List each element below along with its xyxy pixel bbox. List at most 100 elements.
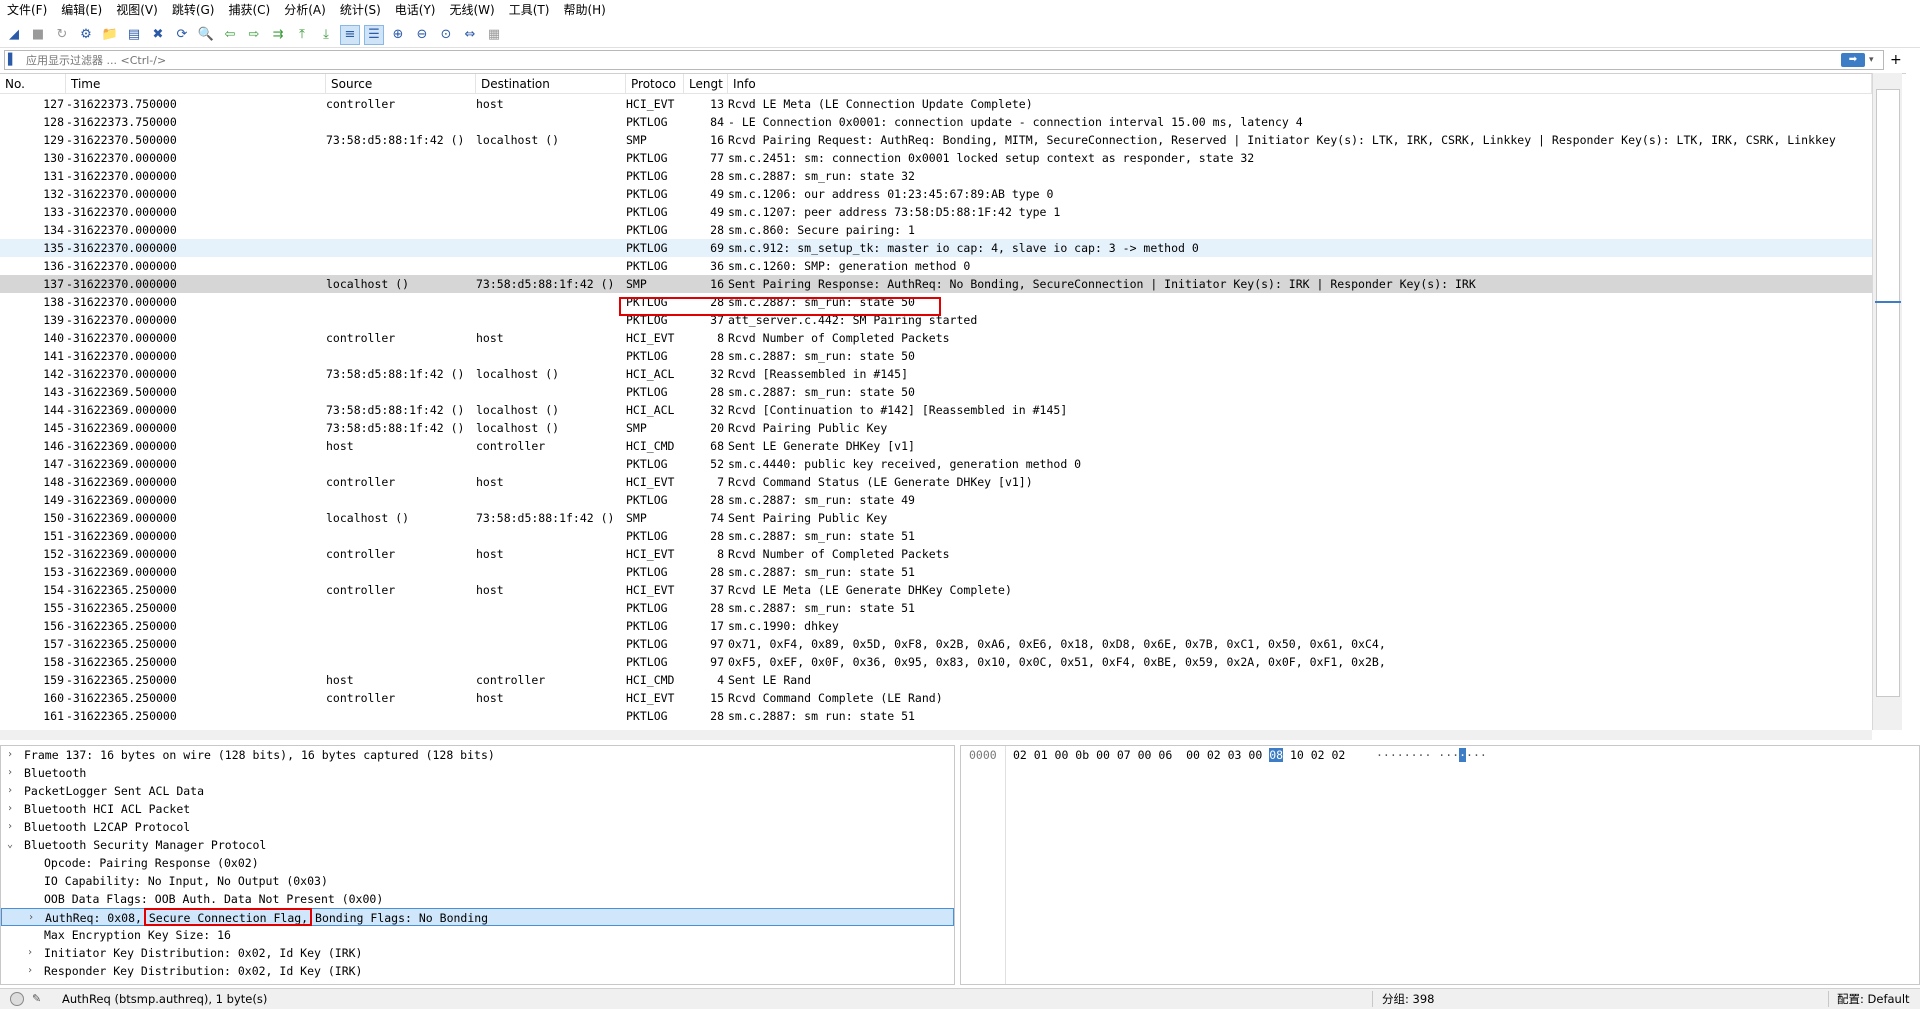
colorize-icon[interactable]: ☰ <box>364 24 384 45</box>
table-row[interactable]: 143 -31622369.500000 PKTLOG 28 sm.c.2887: sm… <box>0 383 1872 401</box>
table-row[interactable]: 157 -31622365.250000 PKTLOG 97 0x71, 0xF4, 0… <box>0 635 1872 653</box>
menu-item[interactable]: 捕获(C) <box>221 0 277 20</box>
table-row[interactable]: 135 -31622370.000000 PKTLOG 69 sm.c.912: sm_… <box>0 239 1872 257</box>
table-row[interactable]: 142 -31622370.000000 73:58:d5:88:1f:42 () l… <box>0 365 1872 383</box>
resize-columns-icon[interactable]: ⇔ <box>460 25 480 45</box>
tree-item[interactable]: › Bluetooth HCI ACL Packet <box>1 800 954 818</box>
edit-comment-icon[interactable]: ✎ <box>32 992 46 1006</box>
menu-item[interactable]: 分析(A) <box>277 0 333 20</box>
hex-selected-byte[interactable]: 08 <box>1269 748 1284 762</box>
chevron-icon[interactable]: › <box>27 944 37 962</box>
go-last-packet-icon[interactable]: ⤓ <box>316 25 336 45</box>
add-filter-button[interactable]: + <box>1890 52 1902 68</box>
chevron-icon[interactable]: › <box>7 800 17 818</box>
table-row[interactable]: 140 -31622370.000000 controller host HCI_EVT… <box>0 329 1872 347</box>
stop-capture-icon[interactable]: ■ <box>28 25 48 45</box>
go-forward-icon[interactable]: ⇨ <box>244 25 264 45</box>
column-header-source[interactable]: Source <box>326 74 476 94</box>
tree-item[interactable]: ⌄ Bluetooth Security Manager Protocol <box>1 836 954 854</box>
column-header-length[interactable]: Lengt <box>684 74 728 94</box>
bytes-ascii[interactable]: ········ ······· <box>1376 748 1487 762</box>
table-row[interactable]: 145 -31622369.000000 73:58:d5:88:1f:42 () l… <box>0 419 1872 437</box>
table-row[interactable]: 137 -31622370.000000 localhost () 73:58:d5:… <box>0 275 1872 293</box>
tree-item[interactable]: OOB Data Flags: OOB Auth. Data Not Prese… <box>1 890 954 908</box>
bytes-hex[interactable]: 02 01 00 0b 00 07 00 06 00 02 03 00 08 1… <box>1013 748 1345 762</box>
close-file-icon[interactable]: ✖ <box>148 25 168 45</box>
menu-item[interactable]: 电话(Y) <box>388 0 443 20</box>
table-row[interactable]: 158 -31622365.250000 PKTLOG 97 0xF5, 0xEF, 0… <box>0 653 1872 671</box>
menu-item[interactable]: 工具(T) <box>502 0 557 20</box>
tree-item[interactable]: Max Encryption Key Size: 16 <box>1 926 954 944</box>
table-row[interactable]: 155 -31622365.250000 PKTLOG 28 sm.c.2887: sm… <box>0 599 1872 617</box>
column-header-info[interactable]: Info <box>728 74 1872 94</box>
chevron-icon[interactable]: › <box>7 818 17 836</box>
scrollbar-thumb[interactable] <box>1876 89 1900 697</box>
chevron-icon[interactable]: › <box>7 746 17 764</box>
packet-list-hscrollbar[interactable] <box>0 730 1872 740</box>
column-header-destination[interactable]: Destination <box>476 74 626 94</box>
table-row[interactable]: 138 -31622370.000000 PKTLOG 28 sm.c.2887: sm… <box>0 293 1872 311</box>
tree-item[interactable]: › Bluetooth L2CAP Protocol <box>1 818 954 836</box>
tree-item[interactable]: › Responder Key Distribution: 0x02, Id Ke… <box>1 962 954 980</box>
column-header-time[interactable]: Time <box>66 74 326 94</box>
table-row[interactable]: 130 -31622370.000000 PKTLOG 77 sm.c.2451: sm… <box>0 149 1872 167</box>
table-row[interactable]: 146 -31622369.000000 host controller HCI_CMD… <box>0 437 1872 455</box>
go-to-packet-icon[interactable]: ⇉ <box>268 25 288 45</box>
menu-item[interactable]: 跳转(G) <box>165 0 222 20</box>
go-first-packet-icon[interactable]: ⤒ <box>292 25 312 45</box>
table-row[interactable]: 128 -31622373.750000 PKTLOG 84 - LE Connecti… <box>0 113 1872 131</box>
menu-item[interactable]: 统计(S) <box>333 0 388 20</box>
table-row[interactable]: 144 -31622369.000000 73:58:d5:88:1f:42 () l… <box>0 401 1872 419</box>
arrow-right-icon[interactable]: ➡ <box>1841 53 1865 67</box>
save-file-icon[interactable]: ▤ <box>124 25 144 45</box>
zoom-out-icon[interactable]: ⊖ <box>412 25 432 45</box>
tree-item[interactable]: › Initiator Key Distribution: 0x02, Id Ke… <box>1 944 954 962</box>
table-row[interactable]: 156 -31622365.250000 PKTLOG 17 sm.c.1990: dh… <box>0 617 1872 635</box>
menu-item[interactable]: 文件(F) <box>0 0 54 20</box>
tree-item[interactable]: › AuthReq: 0x08, Secure Connection Flag, … <box>1 908 954 926</box>
table-row[interactable]: 161 -31622365.250000 PKTLOG 28 sm.c.2887: sm… <box>0 707 1872 725</box>
menu-item[interactable]: 视图(V) <box>109 0 165 20</box>
column-header-protocol[interactable]: Protoco <box>626 74 684 94</box>
ascii-selected-byte[interactable]: · <box>1459 748 1467 762</box>
status-profile[interactable]: 配置: Default <box>1837 989 1910 1009</box>
reload-file-icon[interactable]: ⟳ <box>172 25 192 45</box>
chevron-icon[interactable]: › <box>27 962 37 980</box>
zoom-in-icon[interactable]: ⊕ <box>388 25 408 45</box>
chevron-icon[interactable]: ⌄ <box>7 836 17 854</box>
restart-capture-icon[interactable]: ↻ <box>52 25 72 45</box>
packet-minimap[interactable] <box>1906 73 1920 730</box>
chevron-icon[interactable]: › <box>7 764 17 782</box>
auto-scroll-icon[interactable]: ≡ <box>340 24 360 45</box>
bookmark-icon[interactable]: ▌ <box>8 53 22 67</box>
tree-item[interactable]: IO Capability: No Input, No Output (0x03… <box>1 872 954 890</box>
table-row[interactable]: 133 -31622370.000000 PKTLOG 49 sm.c.1207: pe… <box>0 203 1872 221</box>
chevron-icon[interactable]: › <box>28 909 38 927</box>
table-row[interactable]: 129 -31622370.500000 73:58:d5:88:1f:42 () l… <box>0 131 1872 149</box>
table-row[interactable]: 159 -31622365.250000 host controller HCI_CMD… <box>0 671 1872 689</box>
table-row[interactable]: 153 -31622369.000000 PKTLOG 28 sm.c.2887: sm… <box>0 563 1872 581</box>
table-row[interactable]: 132 -31622370.000000 PKTLOG 49 sm.c.1206: ou… <box>0 185 1872 203</box>
capture-options-icon[interactable]: ⚙ <box>76 25 96 45</box>
menu-item[interactable]: 编辑(E) <box>54 0 109 20</box>
tree-item[interactable]: Opcode: Pairing Response (0x02) <box>1 854 954 872</box>
menu-item[interactable]: 帮助(H) <box>556 0 612 20</box>
start-capture-icon[interactable]: ◢ <box>4 25 24 45</box>
find-packet-icon[interactable]: 🔍 <box>196 25 216 45</box>
tree-item[interactable]: › PacketLogger Sent ACL Data <box>1 782 954 800</box>
table-row[interactable]: 152 -31622369.000000 controller host HCI_EVT… <box>0 545 1872 563</box>
go-back-icon[interactable]: ⇦ <box>220 25 240 45</box>
normal-size-icon[interactable]: ⊙ <box>436 25 456 45</box>
chevron-down-icon[interactable]: ▾ <box>1869 55 1883 65</box>
menu-item[interactable]: 无线(W) <box>443 0 502 20</box>
packet-list-scrollbar[interactable] <box>1872 73 1902 730</box>
tree-item[interactable]: › Frame 137: 16 bytes on wire (128 bits),… <box>1 746 954 764</box>
table-row[interactable]: 151 -31622369.000000 PKTLOG 28 sm.c.2887: sm… <box>0 527 1872 545</box>
table-row[interactable]: 149 -31622369.000000 PKTLOG 28 sm.c.2887: sm… <box>0 491 1872 509</box>
table-row[interactable]: 136 -31622370.000000 PKTLOG 36 sm.c.1260: SM… <box>0 257 1872 275</box>
chevron-icon[interactable]: › <box>7 782 17 800</box>
table-row[interactable]: 131 -31622370.000000 PKTLOG 28 sm.c.2887: sm… <box>0 167 1872 185</box>
table-row[interactable]: 160 -31622365.250000 controller host HCI_EVT… <box>0 689 1872 707</box>
table-row[interactable]: 154 -31622365.250000 controller host HCI_EVT… <box>0 581 1872 599</box>
table-row[interactable]: 139 -31622370.000000 PKTLOG 37 att_server.c.… <box>0 311 1872 329</box>
